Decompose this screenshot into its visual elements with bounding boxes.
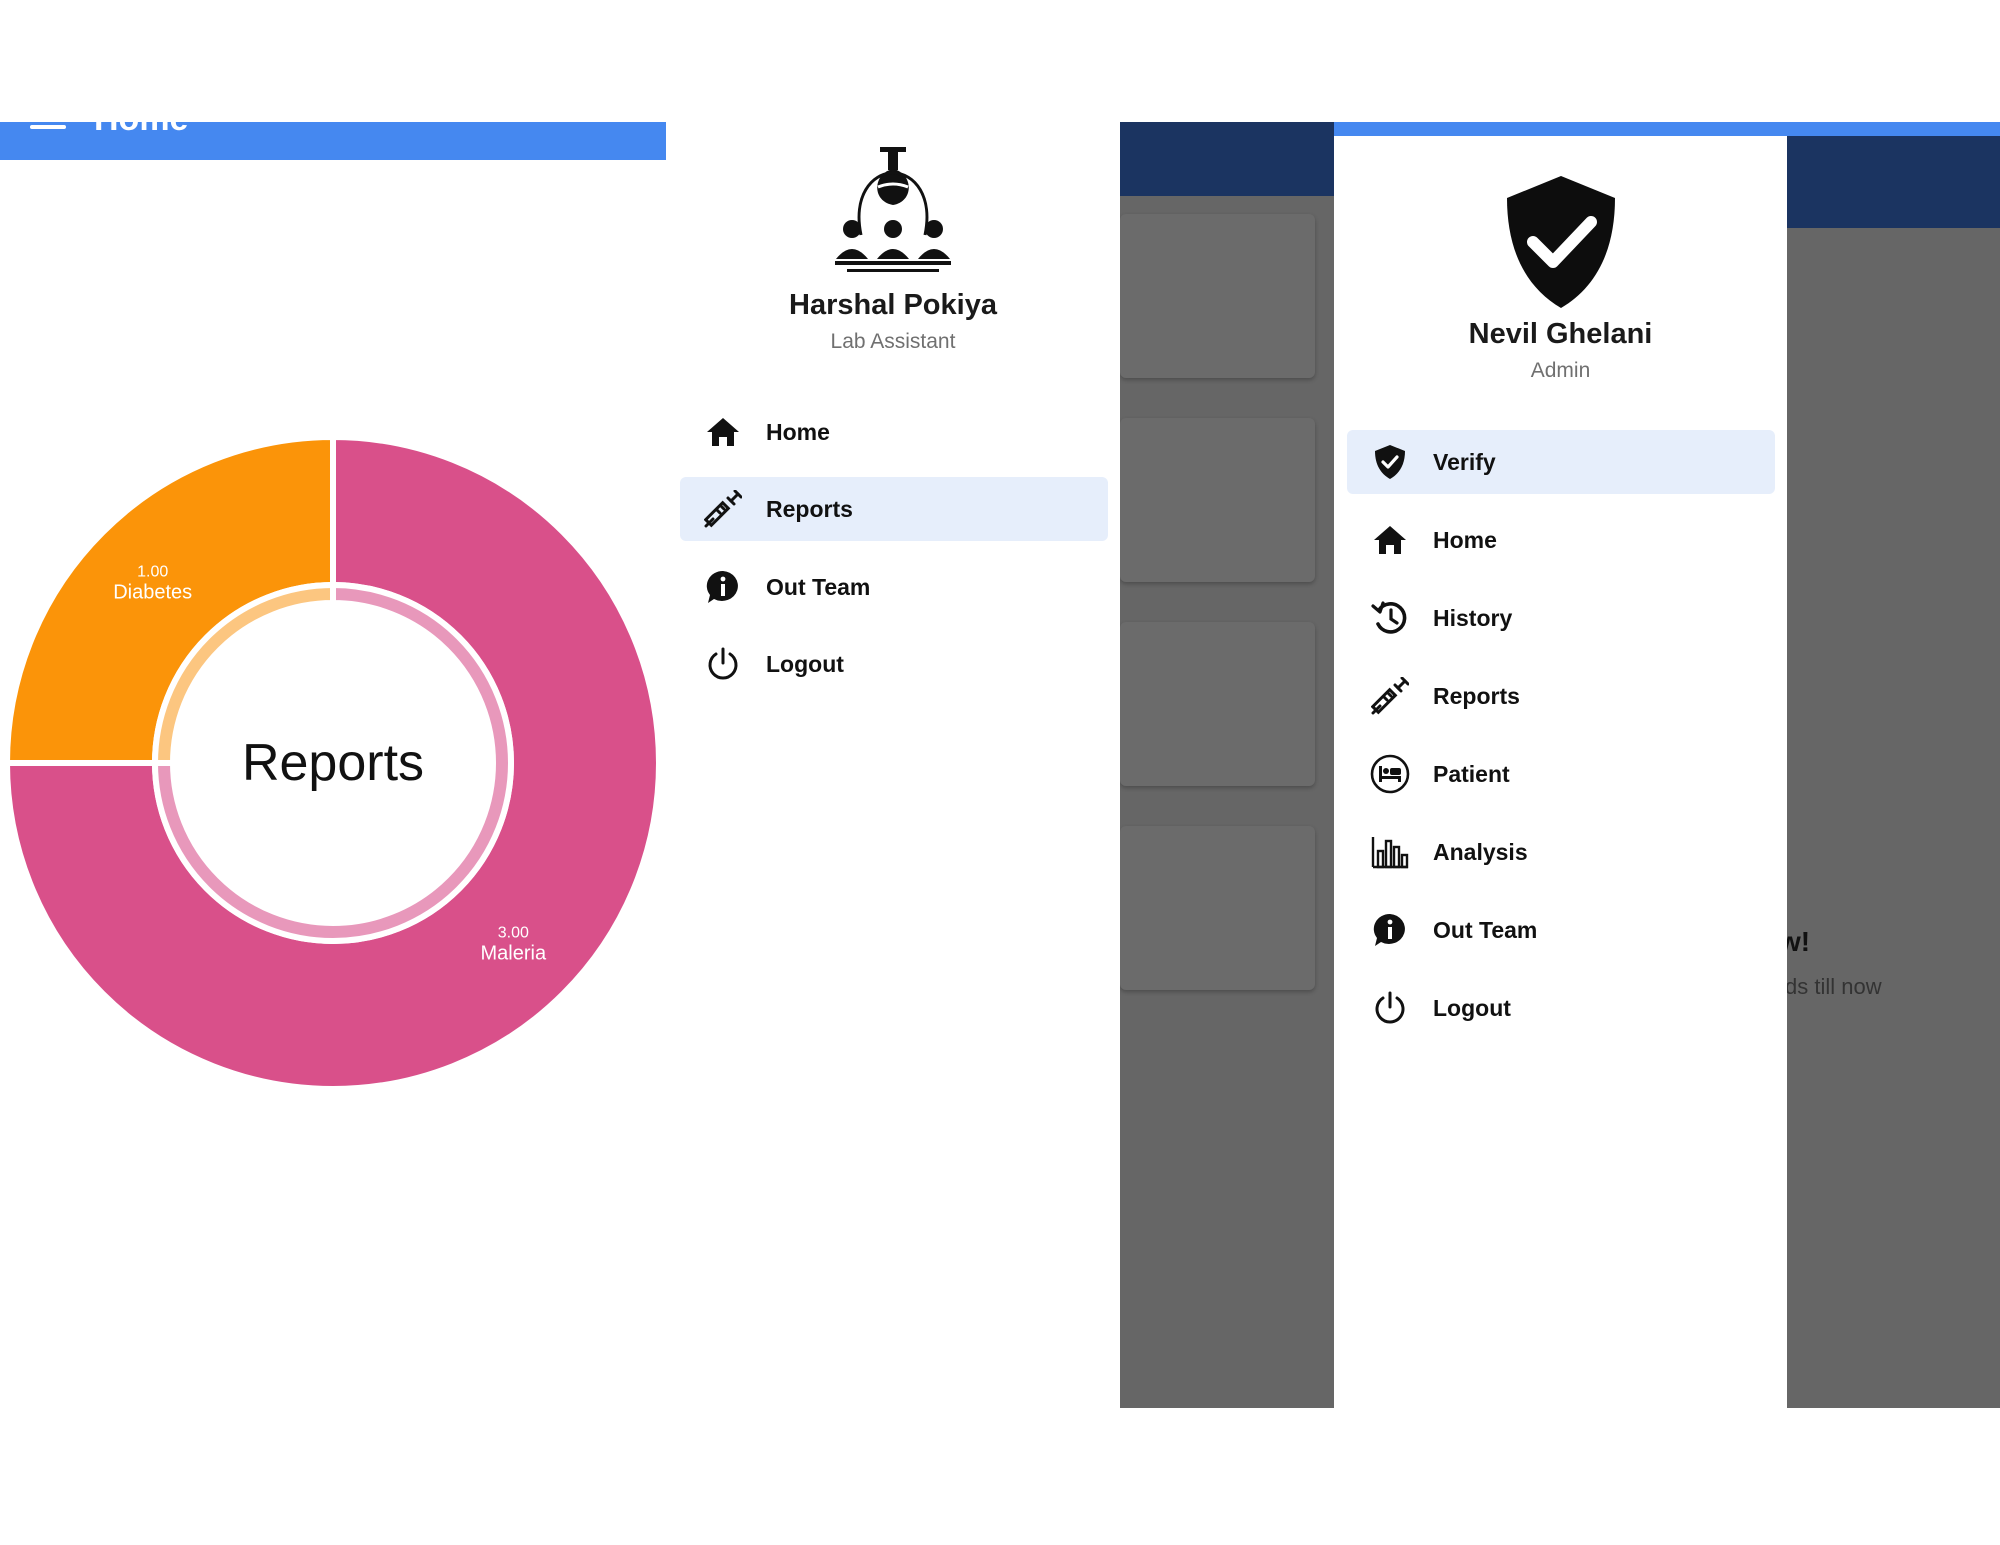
user-role: Lab Assistant bbox=[830, 330, 956, 353]
donut-value-label: 3.00 bbox=[498, 924, 529, 941]
home-app-bar: Home bbox=[0, 122, 666, 160]
nav-item-label: Logout bbox=[1433, 994, 1511, 1021]
background-subtitle-fragment: ds till now bbox=[1787, 974, 1882, 999]
nav-item-label: Home bbox=[1433, 526, 1497, 553]
background-card bbox=[1120, 418, 1315, 582]
nav-item-label: Patient bbox=[1433, 760, 1510, 787]
syringe-icon bbox=[702, 488, 744, 530]
nav-item-label: Verify bbox=[1433, 448, 1496, 475]
nav-item-label: History bbox=[1433, 604, 1513, 631]
shield-check-icon bbox=[1506, 176, 1615, 308]
nav-item-out-team[interactable]: Out Team bbox=[680, 555, 1108, 619]
background-heading-fragment: w! bbox=[1787, 926, 1811, 957]
lab-team-icon bbox=[835, 147, 951, 272]
drawer-scrim[interactable] bbox=[1120, 122, 1334, 1408]
nav-item-history[interactable]: History bbox=[1347, 586, 1775, 650]
admin-app-bar-strip bbox=[1334, 122, 2000, 136]
user-name: Nevil Ghelani bbox=[1468, 318, 1653, 350]
nav-item-label: Out Team bbox=[766, 573, 871, 600]
patient-bed-icon bbox=[1369, 753, 1411, 795]
background-card bbox=[1120, 214, 1315, 378]
nav-item-reports[interactable]: Reports bbox=[1347, 664, 1775, 728]
home-icon bbox=[702, 411, 744, 453]
drawer-header: Harshal Pokiya Lab Assistant bbox=[666, 147, 1120, 354]
bar-chart-icon bbox=[1369, 831, 1411, 873]
nav-item-label: Analysis bbox=[1433, 838, 1528, 865]
donut-value-label: 1.00 bbox=[137, 564, 168, 581]
nav-item-label: Out Team bbox=[1433, 916, 1538, 943]
verify-shield-icon bbox=[1369, 441, 1411, 483]
user-role: Admin bbox=[1530, 359, 1591, 382]
donut-category-label: Diabetes bbox=[113, 582, 192, 604]
nav-item-label: Reports bbox=[766, 495, 853, 522]
admin-drawer: Nevil Ghelani Admin Verify Home History bbox=[1334, 136, 1787, 1408]
donut-center-label: Reports bbox=[242, 734, 424, 792]
drawer-scrim[interactable]: w! ds till now bbox=[1787, 136, 2000, 1408]
nav-item-home[interactable]: Home bbox=[1347, 508, 1775, 572]
info-bubble-icon bbox=[1369, 909, 1411, 951]
hamburger-menu-icon[interactable] bbox=[30, 122, 66, 132]
nav-item-analysis[interactable]: Analysis bbox=[1347, 820, 1775, 884]
nav-item-logout[interactable]: Logout bbox=[1347, 976, 1775, 1040]
drawer-header: Nevil Ghelani Admin bbox=[1334, 174, 1787, 383]
info-bubble-icon bbox=[702, 566, 744, 608]
lab-assistant-drawer: Harshal Pokiya Lab Assistant Home Report… bbox=[666, 122, 1120, 1408]
nav-item-logout[interactable]: Logout bbox=[680, 632, 1108, 696]
nav-item-label: Home bbox=[766, 418, 830, 445]
nav-item-patient[interactable]: Patient bbox=[1347, 742, 1775, 806]
background-app-bar bbox=[1120, 122, 1334, 196]
nav-item-reports[interactable]: Reports bbox=[680, 477, 1108, 541]
user-name: Harshal Pokiya bbox=[789, 289, 997, 321]
power-icon bbox=[702, 643, 744, 685]
reports-donut-chart: Reports 3.00Maleria 1.00Diabetes bbox=[3, 433, 662, 1092]
nav-item-home[interactable]: Home bbox=[680, 400, 1108, 464]
background-card bbox=[1120, 826, 1315, 990]
nav-item-label: Logout bbox=[766, 650, 844, 677]
donut-category-label: Maleria bbox=[481, 942, 547, 964]
background-app-bar bbox=[1787, 136, 2000, 228]
background-card bbox=[1120, 622, 1315, 786]
history-icon bbox=[1369, 597, 1411, 639]
app-bar-title: Home bbox=[94, 122, 188, 136]
nav-item-label: Reports bbox=[1433, 682, 1520, 709]
nav-item-verify[interactable]: Verify bbox=[1347, 430, 1775, 494]
power-icon bbox=[1369, 987, 1411, 1029]
nav-item-out-team[interactable]: Out Team bbox=[1347, 898, 1775, 962]
syringe-icon bbox=[1369, 675, 1411, 717]
home-icon bbox=[1369, 519, 1411, 561]
